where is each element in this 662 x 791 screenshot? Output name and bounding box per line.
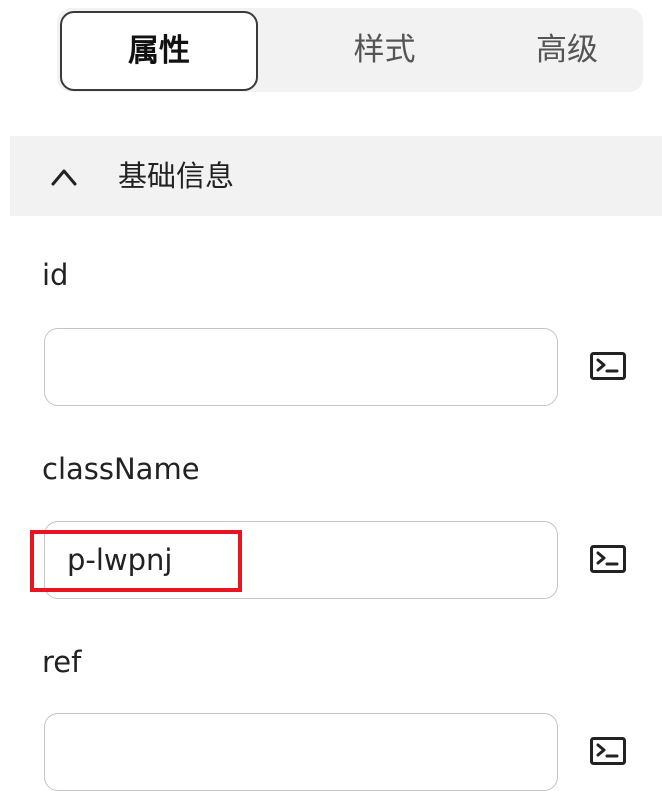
terminal-icon[interactable]: [590, 737, 626, 765]
field-label-id: id: [42, 258, 69, 292]
field-label-classname: className: [42, 452, 200, 486]
section-title: 基础信息: [118, 159, 235, 193]
panel-tab-bar: 属性 样式 高级: [57, 8, 643, 92]
tab-styles[interactable]: 样式: [312, 8, 457, 92]
classname-input[interactable]: [44, 521, 558, 599]
chevron-up-icon: [51, 169, 77, 186]
terminal-icon[interactable]: [590, 352, 626, 380]
id-input[interactable]: [44, 328, 558, 406]
field-label-ref: ref: [42, 645, 82, 679]
ref-input[interactable]: [44, 713, 558, 791]
tab-properties[interactable]: 属性: [60, 11, 258, 91]
tab-advanced[interactable]: 高级: [507, 8, 627, 92]
terminal-icon[interactable]: [590, 545, 626, 573]
section-header-basic-info[interactable]: 基础信息: [10, 136, 662, 216]
